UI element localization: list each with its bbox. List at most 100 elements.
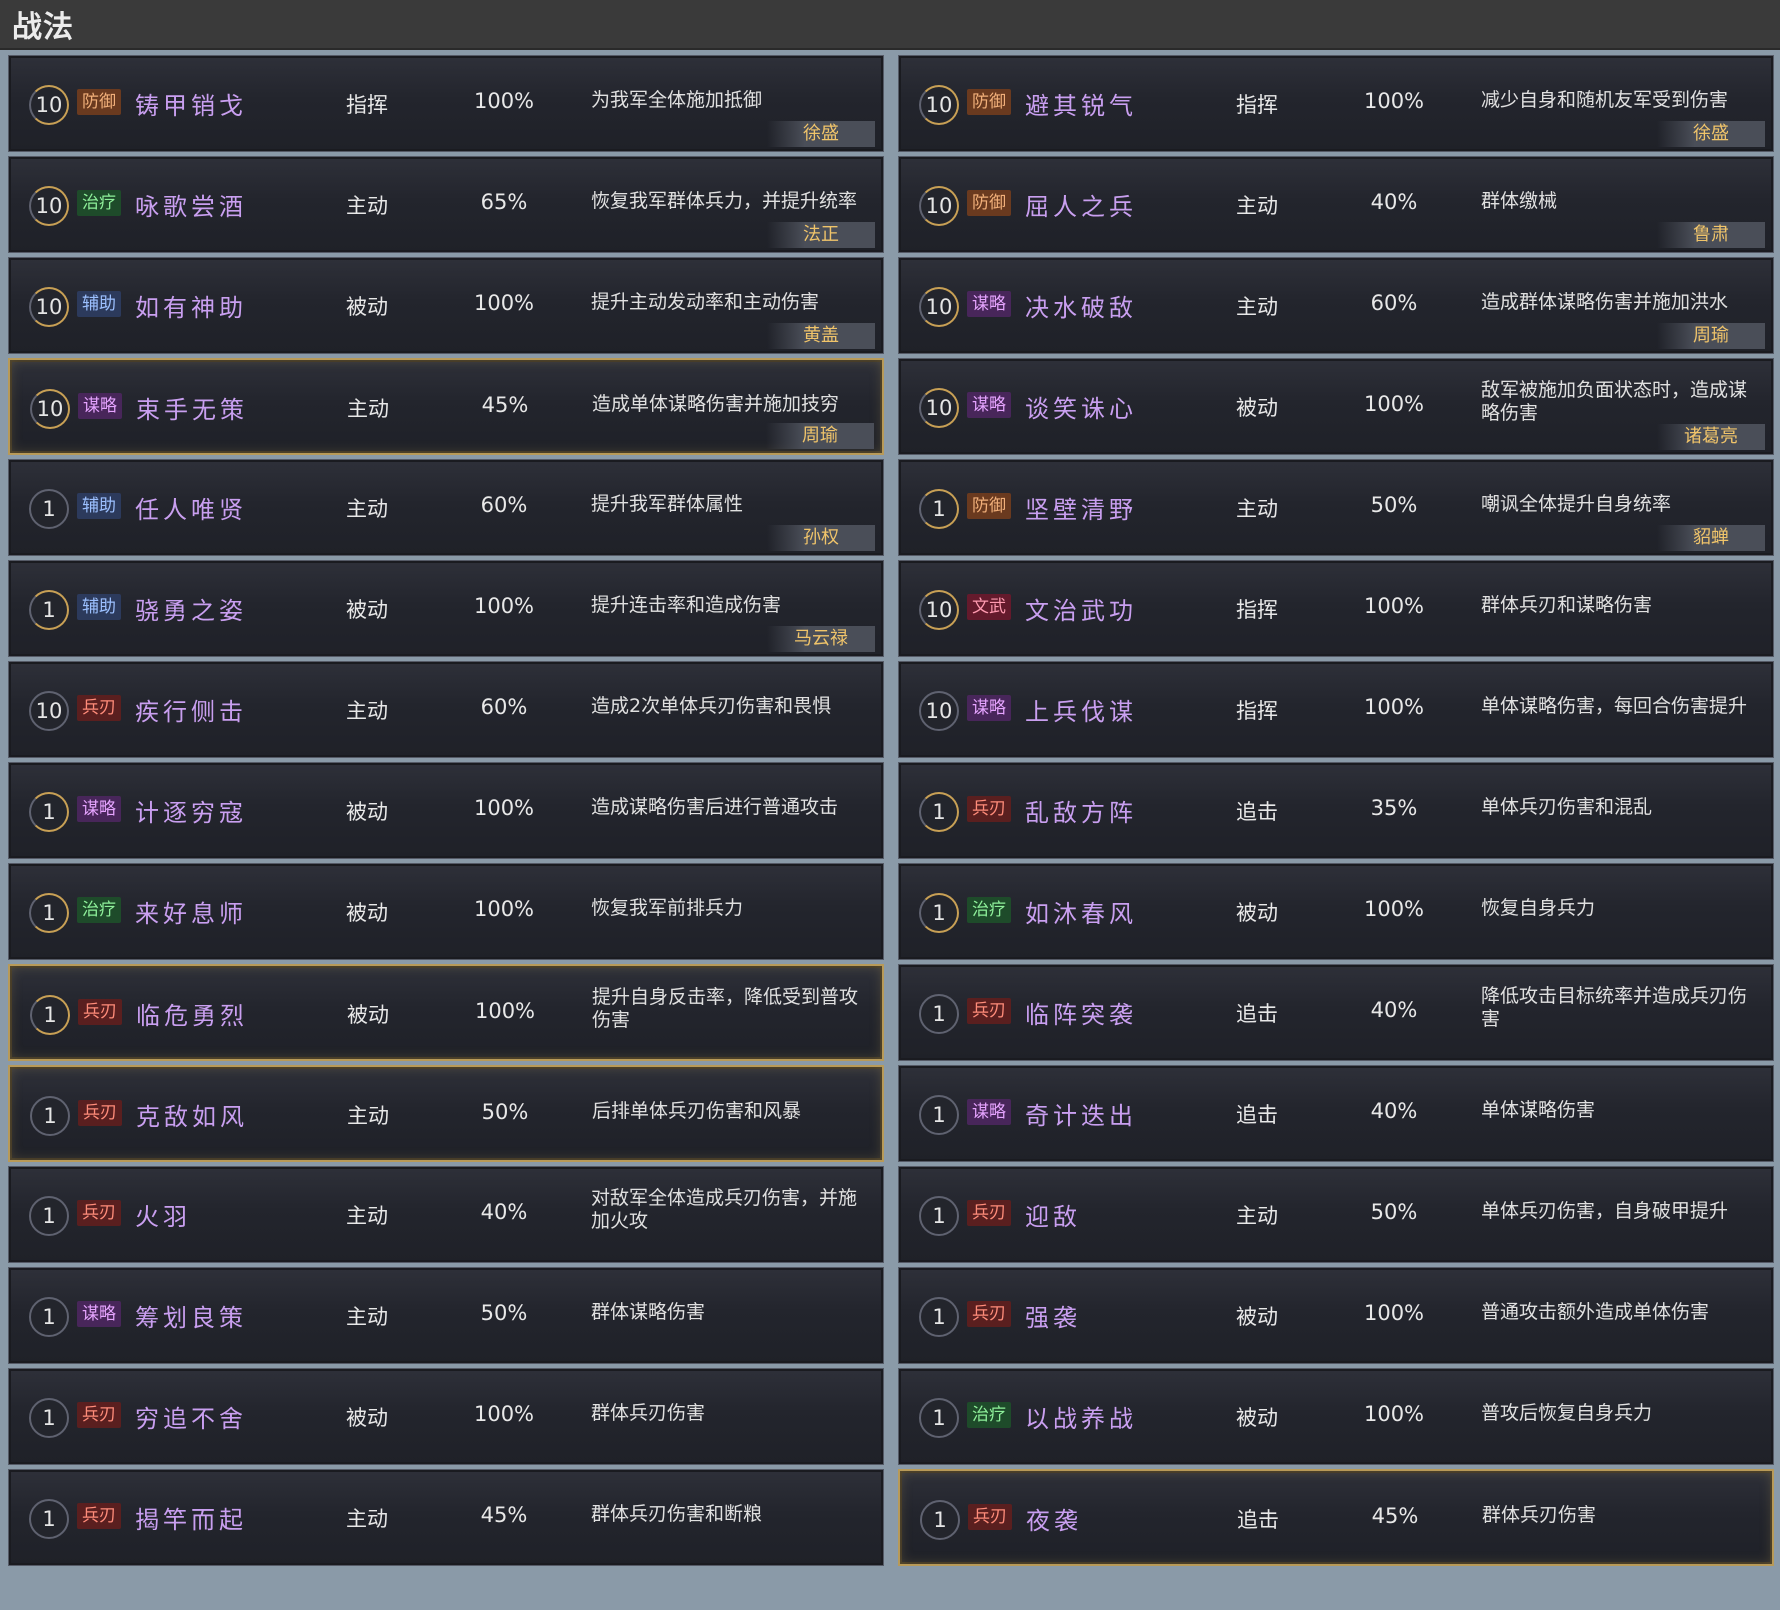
tactic-row[interactable]: 1 辅助 任人唯贤 主动 60% 提升我军群体属性 孙权 — [8, 459, 884, 556]
tactic-level-badge: 1 — [919, 994, 959, 1034]
tactic-description: 恢复自身兵力 — [1481, 897, 1596, 919]
tactic-rate: 40% — [1370, 190, 1418, 214]
tactic-type: 指挥 — [346, 93, 388, 117]
tactic-name: 文治武功 — [1025, 597, 1137, 625]
tactic-row[interactable]: 1 兵刃 夜袭 追击 45% 群体兵刃伤害 — [898, 1469, 1774, 1566]
tactic-level-badge: 10 — [919, 85, 959, 125]
tactic-row[interactable]: 1 兵刃 迎敌 主动 50% 单体兵刃伤害，自身破甲提升 — [898, 1166, 1774, 1263]
tactic-description: 单体谋略伤害 — [1481, 1099, 1596, 1121]
tactic-row[interactable]: 10 谋略 谈笑诛心 被动 100% 敌军被施加负面状态时，造成谋略伤害 诸葛亮 — [898, 358, 1774, 455]
tactics-column-right: 10 防御 避其锐气 指挥 100% 减少自身和随机友军受到伤害 徐盛 10 防御 屈人之兵 主动 4… — [898, 55, 1774, 1570]
tactic-name: 屈人之兵 — [1025, 193, 1137, 221]
tactic-row[interactable]: 10 谋略 决水破敌 主动 60% 造成群体谋略伤害并施加洪水 周瑜 — [898, 257, 1774, 354]
tactic-row[interactable]: 1 兵刃 临危勇烈 被动 100% 提升自身反击率，降低受到普攻伤害 — [8, 964, 884, 1061]
tactic-name: 克敌如风 — [136, 1103, 248, 1131]
tactic-row[interactable]: 1 谋略 筹划良策 主动 50% 群体谋略伤害 — [8, 1267, 884, 1364]
tactic-level-badge: 10 — [29, 287, 69, 327]
tactic-row[interactable]: 1 治疗 以战养战 被动 100% 普攻后恢复自身兵力 — [898, 1368, 1774, 1465]
tactic-name: 咏歌尝酒 — [135, 193, 247, 221]
tactic-type: 主动 — [1236, 497, 1278, 521]
tactic-category-tag: 兵刃 — [77, 1200, 121, 1226]
tactic-rate: 40% — [1370, 1099, 1418, 1123]
tactic-rate: 60% — [480, 695, 528, 719]
tactic-category-tag: 兵刃 — [77, 1503, 121, 1529]
tactic-level-badge: 1 — [920, 1500, 960, 1540]
tactic-description: 造成2次单体兵刃伤害和畏惧 — [591, 695, 832, 717]
tactic-row[interactable]: 1 谋略 计逐穷寇 被动 100% 造成谋略伤害后进行普通攻击 — [8, 762, 884, 859]
tactic-description: 造成群体谋略伤害并施加洪水 — [1481, 291, 1729, 313]
tactic-row[interactable]: 10 兵刃 疾行侧击 主动 60% 造成2次单体兵刃伤害和畏惧 — [8, 661, 884, 758]
tactic-rate: 100% — [1363, 1301, 1425, 1325]
tactic-row[interactable]: 1 兵刃 火羽 主动 40% 对敌军全体造成兵刃伤害，并施加火攻 — [8, 1166, 884, 1263]
tactic-row[interactable]: 1 兵刃 乱敌方阵 追击 35% 单体兵刃伤害和混乱 — [898, 762, 1774, 859]
title-bar: 战法 — [0, 0, 1780, 50]
tactic-level-badge: 1 — [29, 1297, 69, 1337]
tactic-hero-label: 马云禄 — [767, 626, 875, 652]
tactic-type: 主动 — [346, 497, 388, 521]
tactic-description: 群体缴械 — [1481, 190, 1558, 212]
tactic-row[interactable]: 1 兵刃 揭竿而起 主动 45% 群体兵刃伤害和断粮 — [8, 1469, 884, 1566]
tactic-level-badge: 10 — [919, 388, 959, 428]
tactic-row[interactable]: 10 防御 避其锐气 指挥 100% 减少自身和随机友军受到伤害 徐盛 — [898, 55, 1774, 152]
tactic-hero-label: 孙权 — [767, 525, 875, 551]
tactic-level-badge: 10 — [919, 186, 959, 226]
tactic-name: 临阵突袭 — [1025, 1001, 1137, 1029]
tactic-row[interactable]: 1 兵刃 穷追不舍 被动 100% 群体兵刃伤害 — [8, 1368, 884, 1465]
tactic-row[interactable]: 10 辅助 如有神助 被动 100% 提升主动发动率和主动伤害 黄盖 — [8, 257, 884, 354]
page-title: 战法 — [12, 10, 74, 45]
tactic-row[interactable]: 10 谋略 束手无策 主动 45% 造成单体谋略伤害并施加技穷 周瑜 — [8, 358, 884, 455]
tactic-category-tag: 谋略 — [77, 1301, 121, 1327]
tactic-type: 追击 — [1236, 1103, 1278, 1127]
tactic-row[interactable]: 1 治疗 来好息师 被动 100% 恢复我军前排兵力 — [8, 863, 884, 960]
tactic-row[interactable]: 1 兵刃 临阵突袭 追击 40% 降低攻击目标统率并造成兵刃伤害 — [898, 964, 1774, 1061]
tactic-level-badge: 1 — [29, 893, 69, 933]
tactic-type: 主动 — [346, 194, 388, 218]
tactic-row[interactable]: 1 谋略 奇计迭出 追击 40% 单体谋略伤害 — [898, 1065, 1774, 1162]
tactic-row[interactable]: 1 治疗 如沐春风 被动 100% 恢复自身兵力 — [898, 863, 1774, 960]
tactic-level-badge: 10 — [30, 389, 70, 429]
tactic-type: 主动 — [346, 699, 388, 723]
tactic-row[interactable]: 10 治疗 咏歌尝酒 主动 65% 恢复我军群体兵力，并提升统率 法正 — [8, 156, 884, 253]
tactic-description: 提升连击率和造成伤害 — [591, 594, 782, 616]
tactic-description: 造成单体谋略伤害并施加技穷 — [592, 393, 840, 415]
tactic-rate: 100% — [473, 291, 535, 315]
tactic-category-tag: 防御 — [967, 493, 1011, 519]
tactic-description: 为我军全体施加抵御 — [591, 89, 763, 111]
tactic-description: 普攻后恢复自身兵力 — [1481, 1402, 1653, 1424]
tactic-description: 提升自身反击率，降低受到普攻伤害 — [592, 986, 859, 1031]
tactic-description: 群体兵刃伤害 — [1482, 1504, 1597, 1526]
tactic-level-badge: 1 — [919, 792, 959, 832]
tactic-type: 主动 — [346, 1204, 388, 1228]
tactic-type: 指挥 — [1236, 93, 1278, 117]
tactic-row[interactable]: 1 兵刃 强袭 被动 100% 普通攻击额外造成单体伤害 — [898, 1267, 1774, 1364]
tactic-category-tag: 治疗 — [967, 897, 1011, 923]
tactic-description: 敌军被施加负面状态时，造成谋略伤害 — [1481, 379, 1748, 424]
tactic-row[interactable]: 10 防御 屈人之兵 主动 40% 群体缴械 鲁肃 — [898, 156, 1774, 253]
tactics-grid: 10 防御 铸甲销戈 指挥 100% 为我军全体施加抵御 徐盛 10 治疗 咏歌尝酒 主动 65% 恢复… — [8, 55, 1774, 1570]
tactic-category-tag: 兵刃 — [968, 1504, 1012, 1530]
tactic-row[interactable]: 10 谋略 上兵伐谋 指挥 100% 单体谋略伤害，每回合伤害提升 — [898, 661, 1774, 758]
tactic-row[interactable]: 1 兵刃 克敌如风 主动 50% 后排单体兵刃伤害和风暴 — [8, 1065, 884, 1162]
tactic-description: 群体兵刃和谋略伤害 — [1481, 594, 1653, 616]
tactic-type: 被动 — [1236, 1406, 1278, 1430]
tactic-row[interactable]: 10 防御 铸甲销戈 指挥 100% 为我军全体施加抵御 徐盛 — [8, 55, 884, 152]
tactic-category-tag: 治疗 — [77, 897, 121, 923]
tactics-column-left: 10 防御 铸甲销戈 指挥 100% 为我军全体施加抵御 徐盛 10 治疗 咏歌尝酒 主动 65% 恢复… — [8, 55, 884, 1570]
tactic-category-tag: 治疗 — [967, 1402, 1011, 1428]
tactic-rate: 100% — [1363, 594, 1425, 618]
tactic-rate: 100% — [473, 796, 535, 820]
tactic-row[interactable]: 1 辅助 骁勇之姿 被动 100% 提升连击率和造成伤害 马云禄 — [8, 560, 884, 657]
tactic-level-badge: 10 — [29, 186, 69, 226]
tactic-level-badge: 10 — [919, 287, 959, 327]
tactic-level-badge: 10 — [919, 691, 959, 731]
tactic-level-badge: 1 — [919, 1297, 959, 1337]
tactic-row[interactable]: 10 文武 文治武功 指挥 100% 群体兵刃和谋略伤害 — [898, 560, 1774, 657]
tactic-category-tag: 防御 — [967, 89, 1011, 115]
tactic-description: 群体谋略伤害 — [591, 1301, 706, 1323]
tactic-type: 主动 — [1236, 194, 1278, 218]
tactic-row[interactable]: 1 防御 坚壁清野 主动 50% 嘲讽全体提升自身统率 貂蝉 — [898, 459, 1774, 556]
tactic-rate: 45% — [481, 393, 529, 417]
tactic-level-badge: 1 — [29, 590, 69, 630]
tactic-type: 追击 — [1236, 1002, 1278, 1026]
tactic-type: 被动 — [346, 295, 388, 319]
